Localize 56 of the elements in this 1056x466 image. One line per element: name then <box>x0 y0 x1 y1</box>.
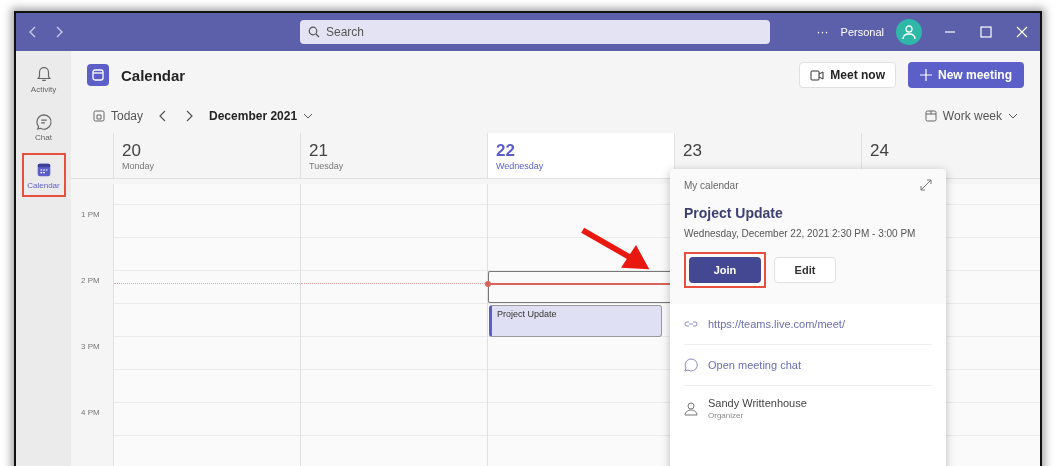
chevron-down-icon <box>303 112 314 120</box>
month-picker[interactable]: December 2021 <box>209 109 314 123</box>
page-title: Calendar <box>121 66 186 84</box>
meet-now-button[interactable]: Meet now <box>799 62 896 88</box>
day-date: 20 <box>122 141 142 161</box>
day-header[interactable]: 20 Monday <box>113 133 300 179</box>
chat-icon <box>34 112 53 131</box>
weekday-label: Wednesday <box>496 161 545 171</box>
person-icon <box>684 401 698 416</box>
chevron-down-icon <box>1008 112 1018 120</box>
open-chat-link[interactable]: Open meeting chat <box>708 358 801 371</box>
sidebar-item[interactable]: Activity <box>21 57 66 101</box>
today-button[interactable]: Today <box>93 109 144 123</box>
expand-icon[interactable] <box>920 179 932 191</box>
bell-icon <box>34 64 53 83</box>
sidebar-item[interactable]: Chat <box>21 105 66 149</box>
video-camera-icon <box>810 69 825 81</box>
sidebar-item[interactable]: Calendar <box>21 153 66 197</box>
event-time: Wednesday, December 22, 2021 2:30 PM - 3:00 PM <box>684 227 917 241</box>
meeting-link[interactable]: https://teams.live.com/meet/ <box>708 317 845 330</box>
avatar-icon[interactable] <box>896 19 922 45</box>
close-icon[interactable] <box>1014 24 1030 40</box>
chat-icon <box>684 357 698 372</box>
more-options[interactable]: ··· <box>816 25 829 39</box>
join-button[interactable]: Join <box>689 256 761 283</box>
edit-button[interactable]: Edit <box>774 256 836 283</box>
day-header[interactable]: 21 Tuesday <box>300 133 487 179</box>
event-title: Project Update <box>684 205 784 221</box>
day-date: 23 <box>683 141 703 161</box>
calendar-icon <box>93 110 105 122</box>
plus-icon <box>920 69 932 81</box>
hour-label: 4 PM <box>81 408 100 417</box>
hour-label: 3 PM <box>81 342 100 351</box>
new-meeting-button[interactable]: New meeting <box>908 62 1024 88</box>
current-time-dot <box>485 281 491 287</box>
pointer-arrow <box>581 227 651 271</box>
day-date: 24 <box>870 141 890 161</box>
day-date: 22 <box>496 141 516 161</box>
weekday-label: Monday <box>122 161 156 171</box>
account-label: Personal <box>840 26 884 38</box>
hour-label: 2 PM <box>81 276 100 285</box>
hour-label: 1 PM <box>81 210 100 219</box>
calendar-event[interactable]: Project Update <box>489 305 662 337</box>
day-date: 21 <box>309 141 329 161</box>
maximize-icon[interactable] <box>978 24 994 40</box>
organizer-name: Sandy Writtenhouse <box>708 397 807 409</box>
weekday-label: Tuesday <box>309 161 345 171</box>
calendar-name: My calendar <box>684 179 739 191</box>
organizer-role: Organizer <box>708 411 745 420</box>
calendar-icon <box>924 110 937 122</box>
search-icon <box>308 26 320 38</box>
day-header[interactable]: 22 Wednesday <box>487 133 674 179</box>
view-picker[interactable]: Work week <box>924 109 1018 123</box>
day-header[interactable]: 24 <box>861 133 1040 179</box>
search-field[interactable]: Search <box>300 20 770 44</box>
calendar-icon <box>87 64 109 86</box>
